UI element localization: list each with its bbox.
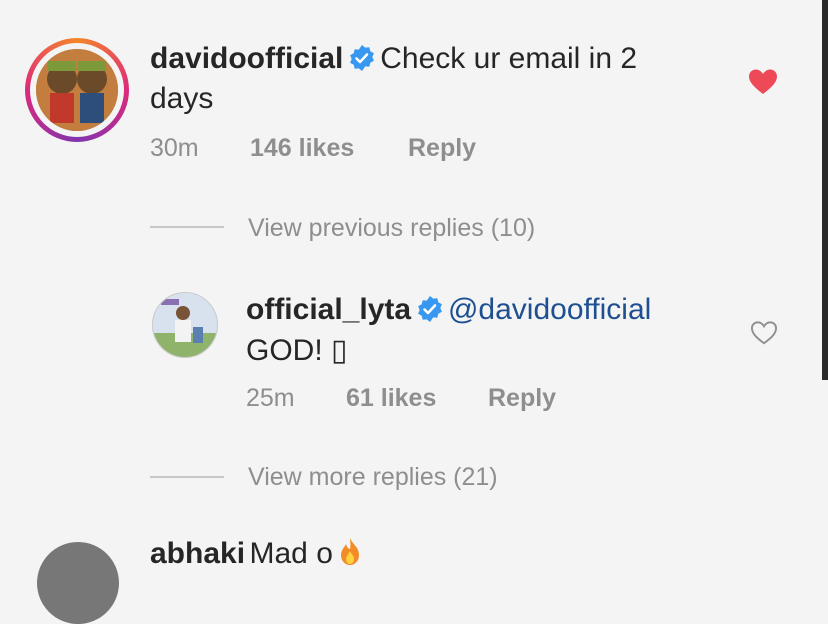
comment-text-cont: days [150,82,214,115]
comment-text: Check ur email in 2 [380,42,638,75]
reply-text: GOD! ▯ [246,334,348,367]
reply-button[interactable]: Reply [488,384,556,413]
reply-button[interactable]: Reply [408,134,476,163]
scrollbar[interactable] [822,0,828,380]
avatar-abhaki[interactable] [37,542,119,624]
comment-line-2: abhaki Mad o [150,537,363,571]
comment-line-1: davidoofficial Check ur email in 2 [150,42,637,76]
divider-line [150,476,224,478]
verified-badge-icon [348,44,376,72]
comment-username[interactable]: davidoofficial [150,42,343,75]
comment-text: Mad o [249,537,333,570]
reply-line-1: official_lyta @davidoofficial [246,293,651,327]
comment-likes[interactable]: 146 likes [250,134,354,163]
mention-link[interactable]: @davidoofficial [448,293,651,326]
fire-icon [337,537,363,567]
view-previous-replies[interactable]: View previous replies (10) [248,214,535,243]
comment-username[interactable]: abhaki [150,537,245,570]
avatar-official-lyta[interactable] [152,292,218,358]
verified-badge-icon [416,295,444,323]
reply-likes[interactable]: 61 likes [346,384,436,413]
heart-outline-icon[interactable] [750,320,778,346]
reply-time: 25m [246,384,295,412]
avatar-davidoofficial[interactable] [36,49,118,131]
view-more-replies[interactable]: View more replies (21) [248,463,498,492]
divider-line [150,226,224,228]
reply-username[interactable]: official_lyta [246,293,411,326]
comment-time: 30m [150,134,199,162]
heart-filled-icon[interactable] [748,68,778,96]
